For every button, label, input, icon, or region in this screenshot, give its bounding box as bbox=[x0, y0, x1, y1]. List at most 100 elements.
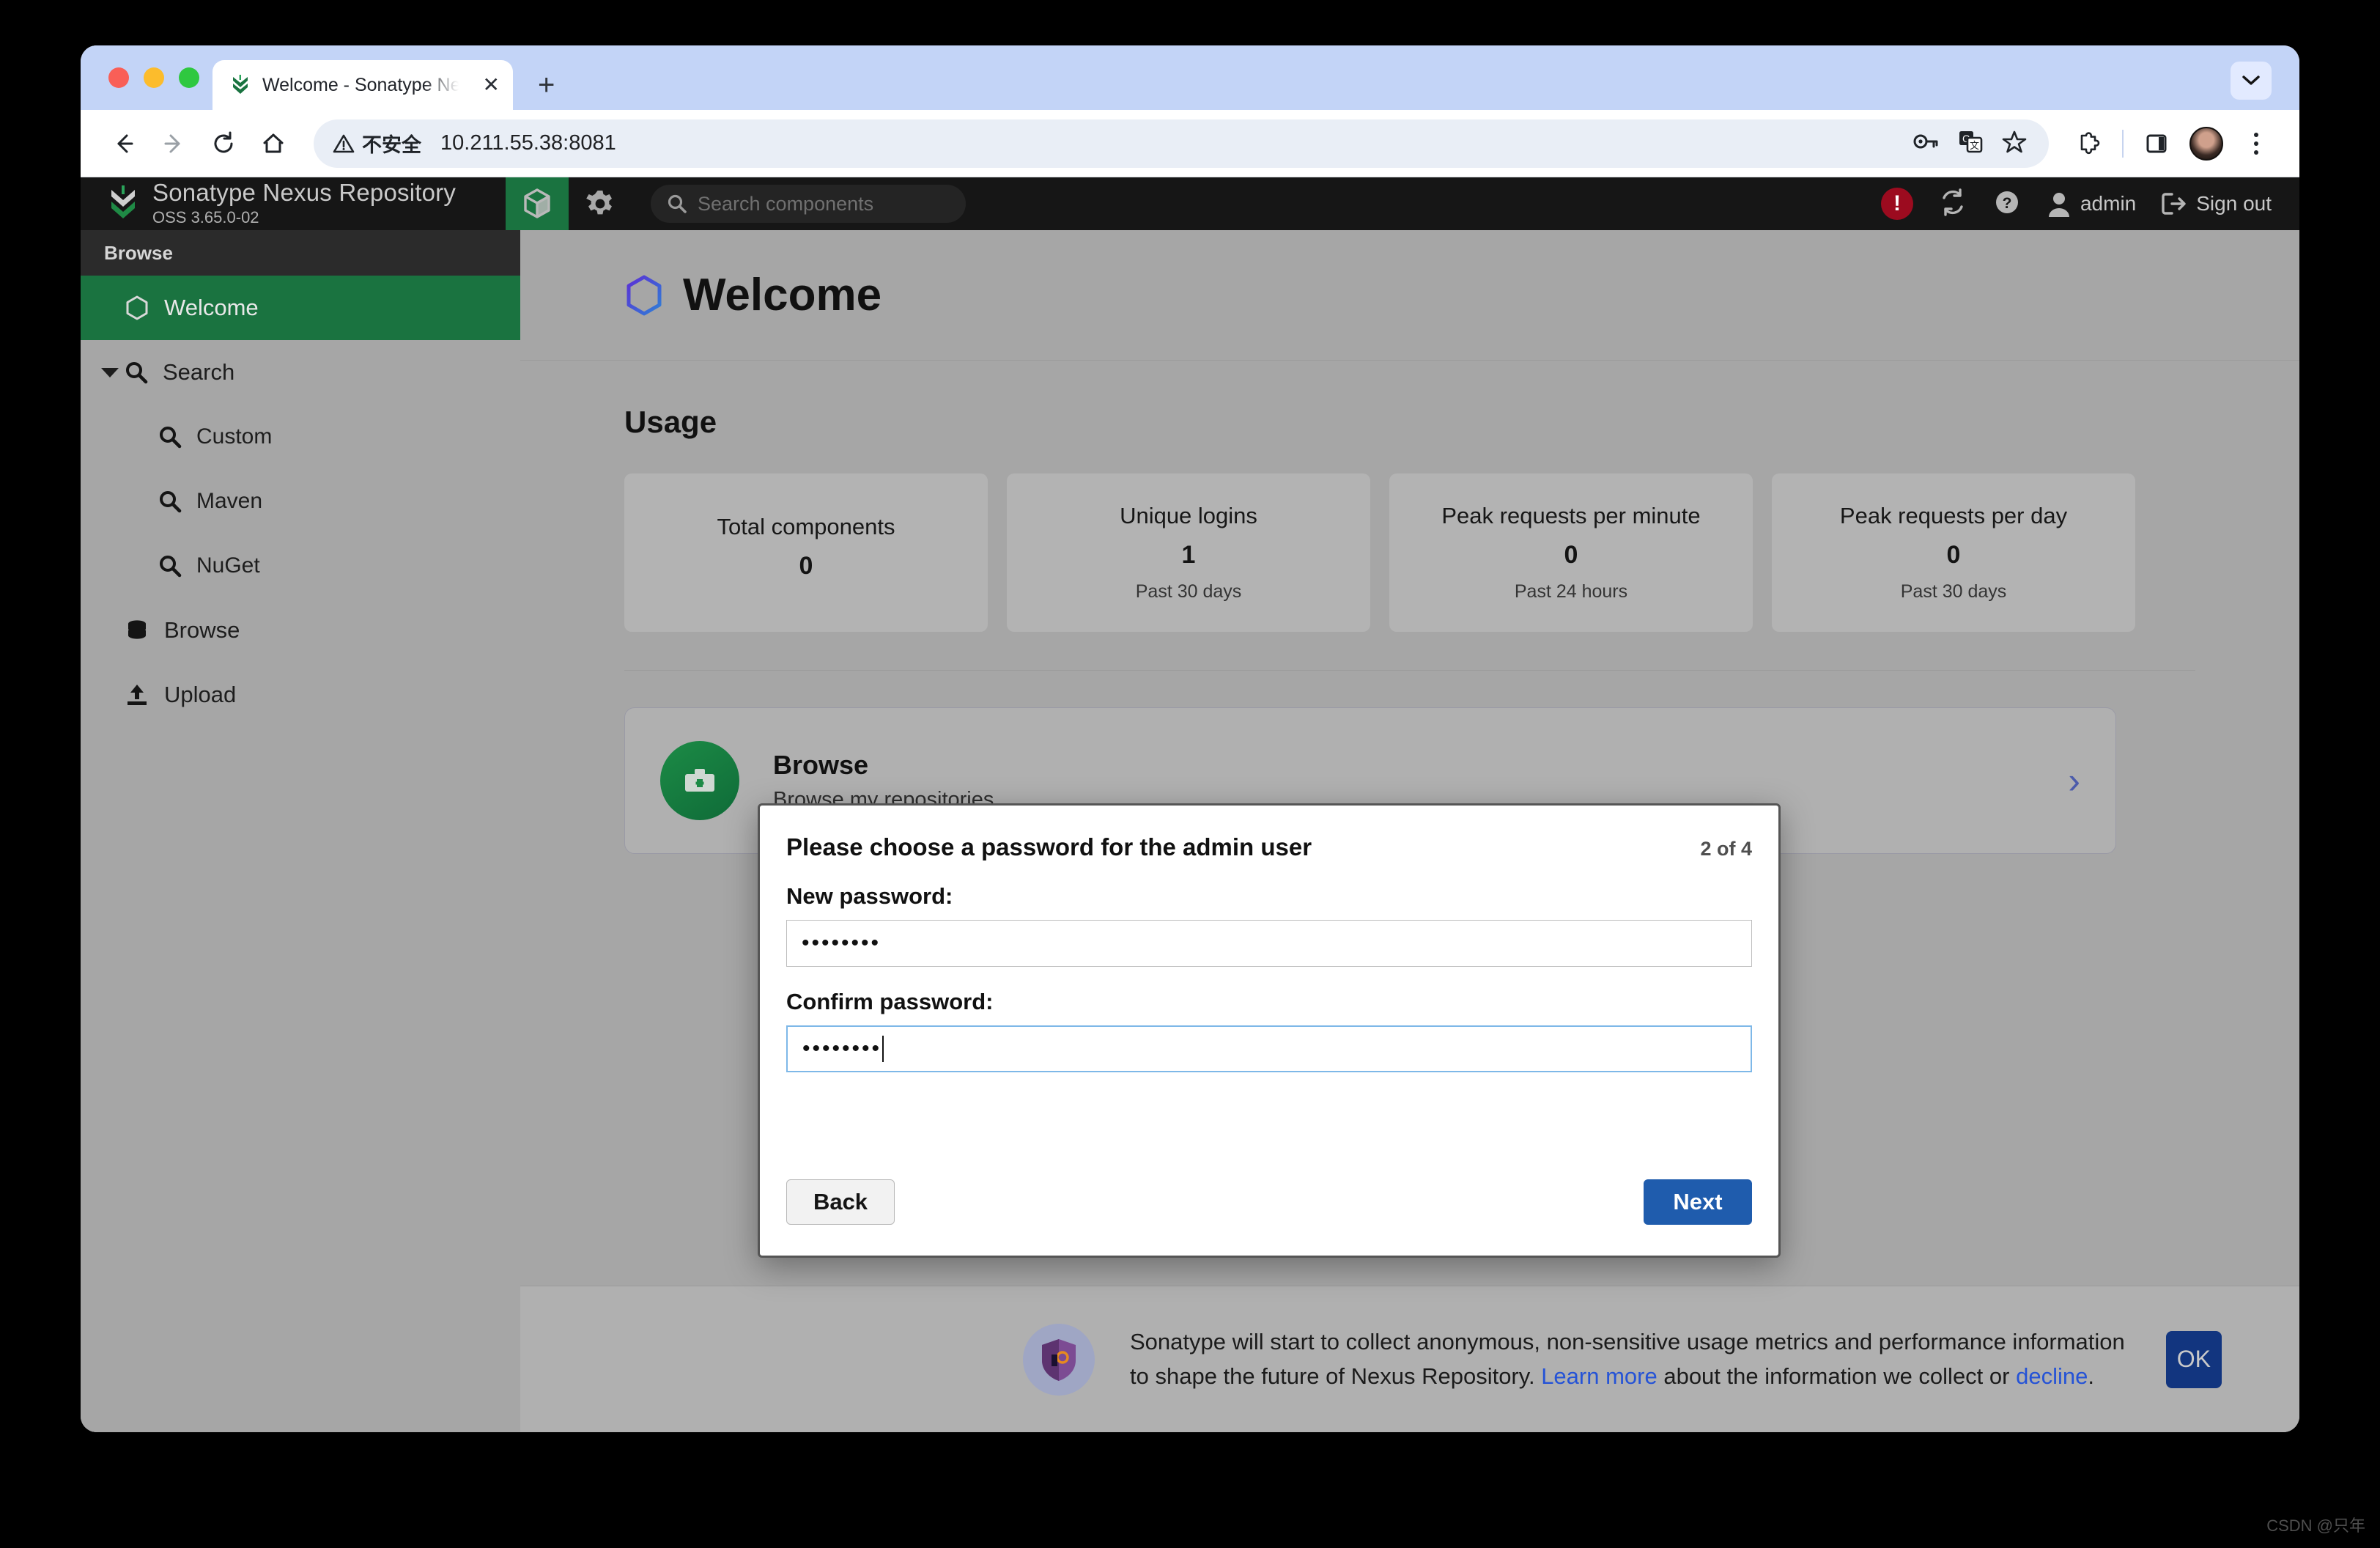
sidebar-item-search[interactable]: Search bbox=[81, 340, 520, 405]
watermark: CSDN @只年 bbox=[2266, 1516, 2365, 1535]
tab-search-button[interactable] bbox=[2231, 62, 2272, 100]
not-secure-indicator[interactable]: 不安全 bbox=[333, 129, 421, 158]
usage-card: Total components 0 bbox=[624, 473, 988, 632]
page-header: Welcome bbox=[520, 230, 2299, 361]
url-text: 10.211.55.38:8081 bbox=[440, 131, 616, 155]
learn-more-link[interactable]: Learn more bbox=[1541, 1363, 1658, 1389]
tab-browse[interactable] bbox=[506, 177, 569, 230]
banner-ok-button[interactable]: OK bbox=[2165, 1330, 2222, 1388]
usage-card: Unique logins 1 Past 30 days bbox=[1007, 473, 1370, 632]
usage-card: Peak requests per day 0 Past 30 days bbox=[1772, 473, 2135, 632]
close-window-button[interactable] bbox=[108, 67, 129, 88]
usage-card-label: Peak requests per minute bbox=[1441, 503, 1701, 528]
tab-administration[interactable] bbox=[569, 177, 632, 230]
address-bar[interactable]: 不安全 10.211.55.38:8081 G文 bbox=[314, 119, 2049, 168]
sidebar-item-label: Custom bbox=[196, 424, 273, 449]
usage-card-value: 0 bbox=[799, 551, 813, 580]
help-icon[interactable]: ? bbox=[1992, 188, 2022, 221]
password-key-icon[interactable] bbox=[1912, 130, 1939, 156]
home-button[interactable] bbox=[251, 121, 296, 166]
sidebar-item-label: Browse bbox=[164, 617, 240, 643]
back-arrow-icon bbox=[117, 134, 133, 152]
sign-out-label: Sign out bbox=[2196, 192, 2272, 215]
usage-card-label: Peak requests per day bbox=[1839, 503, 2068, 528]
nexus-header-actions: ! ? admin Sign out bbox=[1880, 177, 2299, 230]
hexagon-icon bbox=[126, 295, 148, 320]
new-password-label: New password: bbox=[786, 883, 953, 909]
sign-out-button[interactable]: Sign out bbox=[2161, 192, 2272, 215]
gear-icon bbox=[586, 191, 612, 215]
sidebar-item-welcome[interactable]: Welcome bbox=[81, 276, 520, 340]
usage-card-label: Total components bbox=[717, 513, 895, 539]
browser-tab[interactable]: Welcome - Sonatype Nexus R ✕ bbox=[212, 60, 513, 110]
text-caret bbox=[882, 1036, 884, 1062]
browser-toolbar: 不安全 10.211.55.38:8081 G文 bbox=[81, 110, 2299, 177]
new-password-input[interactable]: •••••••• bbox=[786, 920, 1752, 967]
sidebar-item-label: Welcome bbox=[164, 295, 259, 320]
dialog-footer: Back Next bbox=[786, 1179, 1752, 1256]
usage-card-label: Unique logins bbox=[1120, 503, 1257, 528]
svg-text:?: ? bbox=[2003, 195, 2012, 212]
profile-button[interactable] bbox=[2184, 121, 2229, 166]
kebab-menu-icon bbox=[2254, 132, 2258, 155]
alert-badge[interactable]: ! bbox=[1880, 188, 1913, 220]
reload-icon bbox=[214, 131, 233, 152]
search-placeholder: Search components bbox=[698, 192, 874, 215]
translate-icon[interactable]: G文 bbox=[1958, 130, 1983, 157]
page-title: Welcome bbox=[683, 270, 882, 320]
new-tab-button[interactable]: + bbox=[538, 70, 555, 100]
chrome-menu-button[interactable] bbox=[2233, 121, 2279, 166]
search-icon bbox=[160, 556, 182, 578]
extensions-button[interactable] bbox=[2066, 121, 2112, 166]
back-button[interactable] bbox=[101, 121, 147, 166]
usage-card-value: 0 bbox=[1564, 541, 1578, 569]
chevron-right-icon[interactable]: › bbox=[2068, 762, 2080, 799]
chevron-down-icon[interactable] bbox=[101, 368, 119, 377]
minimize-window-button[interactable] bbox=[144, 67, 164, 88]
repository-kit-icon bbox=[660, 741, 739, 820]
browse-tile-text: Browse Browse my repositories bbox=[773, 750, 994, 812]
shield-lock-icon bbox=[1023, 1323, 1095, 1396]
confirm-password-input[interactable]: •••••••• bbox=[786, 1025, 1752, 1072]
search-icon bbox=[668, 194, 687, 213]
forward-button[interactable] bbox=[151, 121, 196, 166]
search-icon bbox=[126, 362, 148, 384]
search-components-input[interactable]: Search components bbox=[651, 185, 966, 223]
next-button[interactable]: Next bbox=[1644, 1179, 1752, 1225]
sidebar-item-nuget[interactable]: NuGet bbox=[81, 534, 520, 598]
side-panel-button[interactable] bbox=[2134, 121, 2179, 166]
refresh-icon[interactable] bbox=[1938, 188, 1967, 221]
nexus-brand-text: Sonatype Nexus Repository OSS 3.65.0-02 bbox=[152, 180, 456, 227]
usage-card-sub: Past 30 days bbox=[1900, 581, 2007, 602]
browser-window: Welcome - Sonatype Nexus R ✕ + 不安全 10.21… bbox=[81, 45, 2299, 1432]
sidebar-item-label: Search bbox=[163, 359, 235, 385]
cube-box-icon bbox=[524, 188, 550, 218]
user-icon bbox=[2048, 193, 2069, 217]
sidebar-item-maven[interactable]: Maven bbox=[81, 469, 520, 534]
nexus-header: Sonatype Nexus Repository OSS 3.65.0-02 bbox=[81, 177, 2299, 230]
decline-link[interactable]: decline bbox=[2016, 1363, 2088, 1389]
sidebar-item-upload[interactable]: Upload bbox=[81, 663, 520, 727]
back-button[interactable]: Back bbox=[786, 1179, 895, 1225]
bookmark-star-icon[interactable] bbox=[2002, 130, 2027, 157]
reload-button[interactable] bbox=[201, 121, 246, 166]
user-name: admin bbox=[2080, 192, 2137, 215]
database-icon bbox=[128, 620, 146, 639]
dialog-step-indicator: 2 of 4 bbox=[1700, 838, 1752, 860]
chevron-down-icon bbox=[2242, 75, 2260, 85]
sidebar: Browse Welcome Search Custom Maven NuGet… bbox=[81, 230, 520, 1432]
dialog-title: Please choose a password for the admin u… bbox=[786, 833, 1312, 860]
new-password-value: •••••••• bbox=[802, 931, 882, 955]
browse-tile-title: Browse bbox=[773, 749, 869, 780]
user-menu[interactable]: admin bbox=[2047, 191, 2136, 217]
forward-arrow-icon bbox=[164, 134, 180, 152]
tab-title: Welcome - Sonatype Nexus R bbox=[262, 74, 459, 95]
maximize-window-button[interactable] bbox=[179, 67, 199, 88]
sidebar-item-label: Upload bbox=[164, 682, 237, 707]
banner-text: Sonatype will start to collect anonymous… bbox=[1130, 1325, 2131, 1393]
nexus-brand[interactable]: Sonatype Nexus Repository OSS 3.65.0-02 bbox=[81, 177, 506, 230]
sidebar-item-custom[interactable]: Custom bbox=[81, 405, 520, 469]
close-tab-button[interactable]: ✕ bbox=[483, 75, 500, 95]
toolbar-divider bbox=[2122, 129, 2124, 158]
sidebar-item-browse[interactable]: Browse bbox=[81, 598, 520, 663]
